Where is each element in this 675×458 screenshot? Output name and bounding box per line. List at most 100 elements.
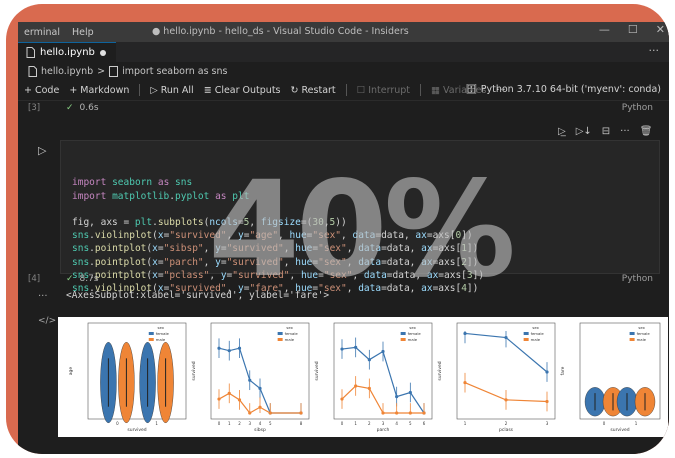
unsaved-dot-icon[interactable] xyxy=(99,49,106,56)
run-all-button[interactable]: ▷ Run All xyxy=(150,85,193,96)
check-icon: ✓ xyxy=(66,103,74,113)
x-tick-label: 0 xyxy=(341,421,344,426)
data-point xyxy=(408,411,412,415)
data-point xyxy=(408,390,412,395)
kernel-picker[interactable]: 🗄 Python 3.7.10 64-bit ('myenv': conda) xyxy=(466,84,661,95)
data-point xyxy=(227,391,231,395)
run-by-line-icon[interactable]: ▷̲ xyxy=(558,126,566,137)
plot-ylabel: survived xyxy=(191,361,197,380)
add-markdown-label: Markdown xyxy=(80,84,130,96)
data-point xyxy=(367,386,371,390)
data-point xyxy=(268,411,272,415)
kernel-label: Python 3.7.10 64-bit ('myenv': conda) xyxy=(480,84,661,95)
plot-ylabel: survived xyxy=(314,361,320,380)
x-tick-label: 8 xyxy=(300,421,303,426)
clear-all-icon: ≣ xyxy=(203,84,215,96)
tab-hello-ipynb[interactable]: hello.ipynb xyxy=(18,41,116,63)
cell-index: [4] xyxy=(28,274,41,284)
check-icon: ✓ xyxy=(66,274,74,284)
legend-swatch xyxy=(400,338,406,341)
data-point xyxy=(217,346,221,350)
window-controls: — ☐ ✕ xyxy=(599,23,665,36)
data-point xyxy=(217,397,221,401)
data-point xyxy=(227,349,231,353)
file-icon xyxy=(26,47,35,58)
breadcrumb-section[interactable]: import seaborn as sns xyxy=(122,66,227,77)
plot-xlabel: parch xyxy=(377,427,390,433)
legend-swatch xyxy=(523,332,529,335)
legend-swatch xyxy=(148,332,154,335)
x-tick-label: 4 xyxy=(259,421,262,426)
plot-output: survived age 0 1 sex female male sibsp survived 0… xyxy=(58,317,668,437)
x-tick-label: 2 xyxy=(238,421,241,426)
editor-more-icon[interactable]: ··· xyxy=(649,44,660,57)
data-point xyxy=(340,347,344,351)
run-below-icon[interactable]: ▷↓ xyxy=(576,126,592,137)
x-tick-label: 0 xyxy=(603,421,606,426)
delete-icon[interactable]: 🗑 xyxy=(640,126,653,137)
minimize-icon[interactable]: — xyxy=(599,23,610,36)
breadcrumb-file[interactable]: hello.ipynb xyxy=(41,66,93,77)
prev-cell-language[interactable]: Python xyxy=(622,103,653,113)
legend-title: sex xyxy=(158,325,165,330)
legend-swatch xyxy=(523,338,529,341)
breadcrumb-separator: > xyxy=(97,65,106,77)
plus-icon: + xyxy=(24,84,35,96)
legend-swatch xyxy=(277,338,283,341)
data-point xyxy=(504,335,508,340)
data-point xyxy=(354,384,358,388)
x-tick-label: 3 xyxy=(248,421,251,426)
legend-swatch xyxy=(629,338,635,341)
x-tick-label: 0 xyxy=(218,421,221,426)
interrupt-label: Interrupt xyxy=(368,84,411,96)
prev-cell-status: ✓ 0.6s xyxy=(66,103,99,113)
restart-icon: ↻ xyxy=(290,84,302,96)
data-point xyxy=(258,386,262,390)
legend-swatch xyxy=(629,332,635,335)
data-point xyxy=(395,411,399,415)
plot-xlabel: survived xyxy=(610,427,629,433)
legend-title: sex xyxy=(409,325,416,330)
clear-outputs-button[interactable]: ≣ Clear Outputs xyxy=(204,85,281,96)
output-collapse-icon[interactable]: ... xyxy=(38,288,48,299)
plot-xlabel: pclass xyxy=(499,427,514,433)
x-tick-label: 3 xyxy=(546,421,549,426)
legend-entry: male xyxy=(408,337,418,342)
data-point xyxy=(463,381,467,385)
run-cell-icon[interactable]: ▷ xyxy=(38,144,46,157)
vscode-window: erminal Help ● hello.ipynb - hello_ds - … xyxy=(18,22,669,454)
close-icon[interactable]: ✕ xyxy=(656,23,665,36)
x-tick-label: 0 xyxy=(116,421,119,426)
data-point xyxy=(422,411,426,415)
restart-button[interactable]: ↻ Restart xyxy=(291,85,336,96)
output-code-icon[interactable]: </> xyxy=(38,316,56,326)
cell-status: ✓ 8.7s xyxy=(66,274,99,284)
menu-terminal[interactable]: erminal xyxy=(24,27,60,38)
split-cell-icon[interactable]: ⊟ xyxy=(602,126,610,137)
progress-watermark: 40% xyxy=(208,153,516,307)
add-markdown-button[interactable]: + Markdown xyxy=(69,85,129,96)
cell-language[interactable]: Python xyxy=(622,274,653,284)
x-tick-label: 6 xyxy=(423,421,426,426)
legend-entry: female xyxy=(531,331,545,336)
legend-title: sex xyxy=(638,325,645,330)
menu-help[interactable]: Help xyxy=(72,27,94,38)
data-point xyxy=(248,411,252,415)
notebook-toolbar: + Code + Markdown ▷ Run All ≣ Clear Outp… xyxy=(18,80,669,101)
data-point xyxy=(299,411,303,415)
x-tick-label: 1 xyxy=(155,421,158,426)
plot-xlabel: sibsp xyxy=(254,427,266,433)
more-icon[interactable]: ··· xyxy=(620,126,630,137)
x-tick-label: 3 xyxy=(382,421,385,426)
prev-cell-time: 0.6s xyxy=(79,103,99,113)
maximize-icon[interactable]: ☐ xyxy=(628,23,638,36)
legend-entry: male xyxy=(156,337,166,342)
legend-swatch xyxy=(400,332,406,335)
legend-entry: male xyxy=(285,337,295,342)
run-all-label: Run All xyxy=(160,84,194,96)
add-code-button[interactable]: + Code xyxy=(24,85,59,96)
plot-xlabel: survived xyxy=(127,427,146,433)
window-title: ● hello.ipynb - hello_ds - Visual Studio… xyxy=(152,26,409,37)
interrupt-button[interactable]: ☐ Interrupt xyxy=(357,85,410,96)
x-tick-label: 2 xyxy=(368,421,371,426)
